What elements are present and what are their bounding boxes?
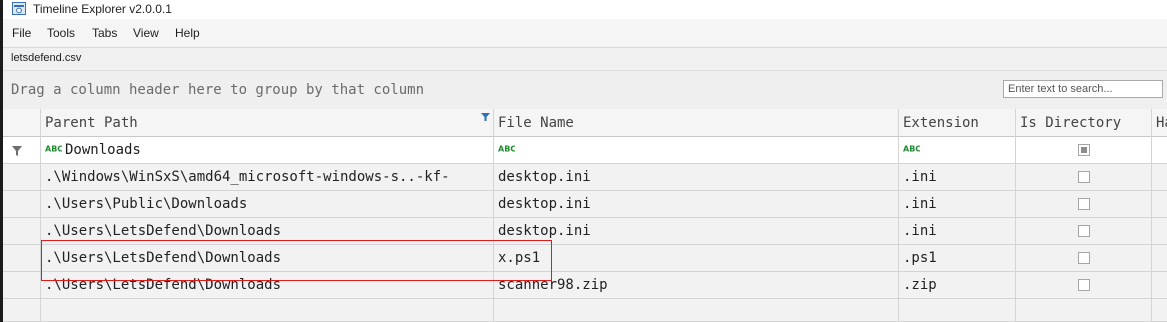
cell-text: x.ps1 bbox=[498, 250, 541, 266]
cell-is-directory[interactable] bbox=[1016, 272, 1152, 299]
filter-hash[interactable] bbox=[1152, 137, 1167, 164]
cell-extension[interactable]: .ini bbox=[899, 218, 1016, 245]
filter-value: Downloads bbox=[65, 142, 141, 158]
column-header-label: Ha bbox=[1156, 115, 1167, 131]
column-header-label: Extension bbox=[903, 115, 979, 131]
row-indicator-header bbox=[3, 109, 41, 137]
filter-parent-path[interactable]: ABC Downloads bbox=[41, 137, 494, 164]
empty-cell bbox=[1152, 299, 1167, 322]
cell-is-directory[interactable] bbox=[1016, 245, 1152, 272]
menu-tools[interactable]: Tools bbox=[47, 26, 75, 40]
empty-cell bbox=[899, 299, 1016, 322]
empty-cell bbox=[494, 299, 899, 322]
column-header-file-name[interactable]: File Name bbox=[494, 109, 899, 137]
cell-file-name[interactable]: desktop.ini bbox=[494, 218, 899, 245]
filter-file-name[interactable]: ABC bbox=[494, 137, 899, 164]
data-grid: Parent Path File Name Extension Is Direc… bbox=[3, 109, 1167, 322]
cell-text: desktop.ini bbox=[498, 223, 591, 239]
empty-cell bbox=[41, 299, 494, 322]
cell-parent-path[interactable]: .\Users\LetsDefend\Downloads bbox=[41, 272, 494, 299]
cell-text: .\Users\LetsDefend\Downloads bbox=[45, 250, 282, 266]
cell-extension[interactable]: .ini bbox=[899, 164, 1016, 191]
column-header-extension[interactable]: Extension bbox=[899, 109, 1016, 137]
cell-text: .\Users\LetsDefend\Downloads bbox=[45, 277, 282, 293]
cell-hash[interactable] bbox=[1152, 245, 1167, 272]
cell-hash[interactable] bbox=[1152, 272, 1167, 299]
file-tab-label: letsdefend.csv bbox=[11, 52, 82, 64]
menu-tabs[interactable]: Tabs bbox=[92, 26, 117, 40]
cell-is-directory[interactable] bbox=[1016, 191, 1152, 218]
cell-file-name[interactable]: scanner98.zip bbox=[494, 272, 899, 299]
abc-text-filter-icon: ABC bbox=[903, 145, 920, 154]
is-directory-checkbox[interactable] bbox=[1078, 252, 1090, 264]
cell-text: desktop.ini bbox=[498, 169, 591, 185]
group-by-hint: Drag a column header here to group by th… bbox=[11, 82, 425, 98]
cell-file-name[interactable]: desktop.ini bbox=[494, 164, 899, 191]
row-indicator[interactable] bbox=[3, 218, 41, 245]
file-tab[interactable]: letsdefend.csv bbox=[3, 48, 1167, 68]
cell-is-directory[interactable] bbox=[1016, 164, 1152, 191]
cell-text: scanner98.zip bbox=[498, 277, 608, 293]
is-directory-checkbox[interactable] bbox=[1078, 225, 1090, 237]
abc-text-filter-icon: ABC bbox=[45, 143, 62, 153]
cell-hash[interactable] bbox=[1152, 191, 1167, 218]
cell-text: .\Windows\WinSxS\amd64_microsoft-windows… bbox=[45, 169, 450, 185]
cell-text: desktop.ini bbox=[498, 196, 591, 212]
column-header-hash[interactable]: Ha bbox=[1152, 109, 1167, 137]
is-directory-checkbox[interactable] bbox=[1078, 171, 1090, 183]
group-by-panel[interactable]: Drag a column header here to group by th… bbox=[3, 70, 1167, 110]
filter-row-indicator bbox=[3, 137, 41, 164]
menu-file[interactable]: File bbox=[12, 26, 31, 40]
is-directory-checkbox[interactable] bbox=[1078, 198, 1090, 210]
cell-parent-path[interactable]: .\Users\LetsDefend\Downloads bbox=[41, 245, 494, 272]
row-indicator[interactable] bbox=[3, 272, 41, 299]
menu-view[interactable]: View bbox=[133, 26, 159, 40]
cell-text: .ps1 bbox=[903, 250, 937, 266]
svg-text:ABC: ABC bbox=[45, 145, 62, 154]
menu-help[interactable]: Help bbox=[175, 26, 200, 40]
abc-text-filter-icon: ABC bbox=[498, 145, 515, 154]
cell-hash[interactable] bbox=[1152, 164, 1167, 191]
menu-bar: File Tools Tabs View Help bbox=[3, 19, 1167, 48]
filter-extension[interactable]: ABC bbox=[899, 137, 1016, 164]
cell-extension[interactable]: .zip bbox=[899, 272, 1016, 299]
svg-text:ABC: ABC bbox=[498, 145, 515, 154]
title-bar: Timeline Explorer v2.0.0.1 bbox=[3, 0, 1167, 19]
column-header-parent-path[interactable]: Parent Path bbox=[41, 109, 494, 137]
cell-text: .ini bbox=[903, 196, 937, 212]
timeline-app-icon bbox=[12, 2, 26, 15]
cell-hash[interactable] bbox=[1152, 218, 1167, 245]
cell-parent-path[interactable]: .\Windows\WinSxS\amd64_microsoft-windows… bbox=[41, 164, 494, 191]
filter-funnel-icon bbox=[12, 146, 22, 156]
filter-is-directory[interactable] bbox=[1016, 137, 1152, 164]
indeterminate-checkbox[interactable] bbox=[1078, 144, 1090, 156]
empty-cell bbox=[1016, 299, 1152, 322]
cell-text: .ini bbox=[903, 223, 937, 239]
column-header-label: Parent Path bbox=[45, 115, 138, 131]
cell-parent-path[interactable]: .\Users\LetsDefend\Downloads bbox=[41, 218, 494, 245]
cell-text: .\Users\LetsDefend\Downloads bbox=[45, 223, 282, 239]
empty-row-indicator bbox=[3, 299, 41, 322]
cell-text: .zip bbox=[903, 277, 937, 293]
column-header-label: Is Directory bbox=[1020, 115, 1122, 131]
row-indicator[interactable] bbox=[3, 245, 41, 272]
cell-file-name[interactable]: desktop.ini bbox=[494, 191, 899, 218]
cell-extension[interactable]: .ps1 bbox=[899, 245, 1016, 272]
search-input[interactable]: Enter text to search... bbox=[1003, 80, 1163, 98]
cell-text: .\Users\Public\Downloads bbox=[45, 196, 248, 212]
column-header-label: File Name bbox=[498, 115, 574, 131]
is-directory-checkbox[interactable] bbox=[1078, 279, 1090, 291]
cell-parent-path[interactable]: .\Users\Public\Downloads bbox=[41, 191, 494, 218]
cell-text: .ini bbox=[903, 169, 937, 185]
svg-text:ABC: ABC bbox=[903, 145, 920, 154]
cell-is-directory[interactable] bbox=[1016, 218, 1152, 245]
column-header-is-directory[interactable]: Is Directory bbox=[1016, 109, 1152, 137]
sort-filter-indicator-icon bbox=[481, 113, 490, 121]
cell-file-name[interactable]: x.ps1 bbox=[494, 245, 899, 272]
row-indicator[interactable] bbox=[3, 191, 41, 218]
cell-extension[interactable]: .ini bbox=[899, 191, 1016, 218]
window-title: Timeline Explorer v2.0.0.1 bbox=[33, 2, 172, 16]
row-indicator[interactable] bbox=[3, 164, 41, 191]
